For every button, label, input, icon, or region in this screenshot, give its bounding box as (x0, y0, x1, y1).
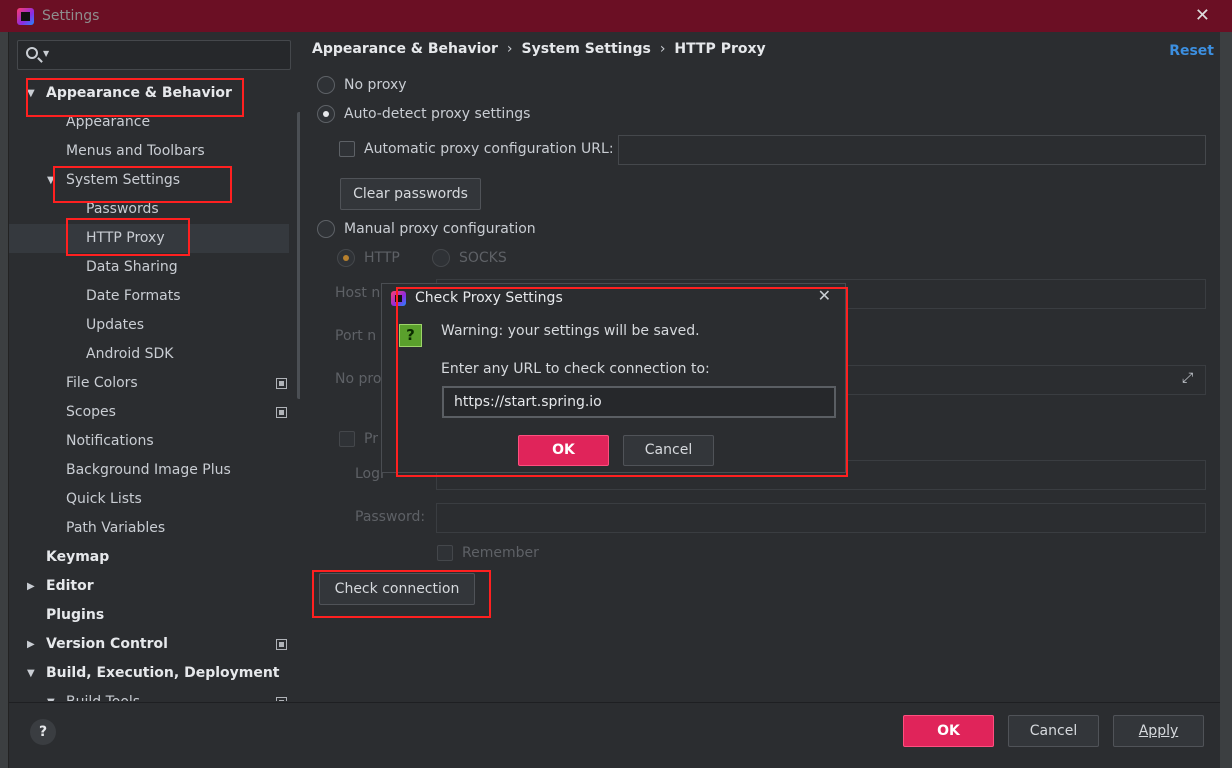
annotation-box (312, 570, 491, 618)
clear-passwords-button[interactable]: Clear passwords (340, 178, 481, 210)
sidebar-item[interactable]: Keymap (9, 543, 289, 572)
sidebar-item[interactable]: Date Formats (9, 282, 289, 311)
sidebar-item-label: Keymap (46, 549, 110, 565)
breadcrumb: Appearance & Behavior › System Settings › HT… (312, 41, 766, 57)
title-bar: Settings ✕ (0, 0, 1232, 32)
breadcrumb-separator: › (506, 41, 513, 57)
sidebar-item[interactable]: Menus and Toolbars (9, 137, 289, 166)
background-window-edge (0, 32, 9, 768)
window-title: Settings (42, 8, 100, 24)
chevron-down-icon[interactable]: ▼ (47, 688, 55, 701)
sidebar-item[interactable]: Quick Lists (9, 485, 289, 514)
manual-proxy-radio[interactable] (317, 220, 335, 238)
socks-label: SOCKS (459, 250, 507, 266)
ok-button[interactable]: OK (903, 715, 994, 747)
sidebar-item[interactable]: ▶ Version Control (9, 630, 289, 659)
expand-icon[interactable]: ⤢ (1182, 370, 1193, 386)
sidebar-item[interactable]: ▶ Editor (9, 572, 289, 601)
sidebar-item[interactable]: Android SDK (9, 340, 289, 369)
annotation-box (26, 78, 244, 117)
socks-radio[interactable] (432, 249, 450, 267)
sidebar-item-label: Date Formats (86, 288, 181, 304)
annotation-box (396, 287, 848, 477)
search-input[interactable]: ▼ (17, 40, 291, 70)
chevron-down-icon[interactable]: ▼ (27, 659, 35, 688)
proxy-auth-label: Pr (364, 431, 378, 447)
sidebar-item-label: Android SDK (86, 346, 174, 362)
auto-config-url-checkbox[interactable] (339, 141, 355, 157)
auto-config-url-field[interactable] (618, 135, 1206, 165)
sidebar-item-label: Build Tools (66, 688, 140, 701)
apply-button[interactable]: Apply (1113, 715, 1204, 747)
manual-proxy-label: Manual proxy configuration (344, 221, 536, 237)
sidebar-item-label: Background Image Plus (66, 462, 231, 478)
reset-link[interactable]: Reset (1169, 43, 1214, 59)
login-label: Logi (355, 466, 384, 482)
sidebar-item[interactable]: File Colors (9, 369, 289, 398)
breadcrumb-item: Appearance & Behavior (312, 41, 498, 57)
sidebar-item-label: Scopes (66, 404, 116, 420)
project-scope-icon (276, 407, 287, 418)
sidebar-item[interactable]: Updates (9, 311, 289, 340)
sidebar-item-label: Quick Lists (66, 491, 142, 507)
password-label: Password: (355, 509, 426, 525)
annotation-box (66, 218, 190, 256)
project-scope-icon (276, 378, 287, 389)
project-scope-icon (276, 639, 287, 650)
sidebar-item[interactable]: ▼ Build, Execution, Deployment (9, 659, 289, 688)
breadcrumb-item: HTTP Proxy (674, 41, 766, 57)
sidebar-item-label: File Colors (66, 375, 138, 391)
chevron-right-icon[interactable]: ▶ (27, 630, 35, 659)
sidebar-item-label: Path Variables (66, 520, 166, 536)
help-button[interactable]: ? (30, 719, 56, 745)
remember-label: Remember (462, 545, 539, 561)
auto-detect-radio[interactable] (317, 105, 335, 123)
background-window-edge-right (1220, 32, 1232, 768)
sidebar-item-label: Updates (86, 317, 144, 333)
no-proxy-radio[interactable] (317, 76, 335, 94)
no-proxy-for-label: No pro (335, 371, 382, 387)
auto-config-url-label: Automatic proxy configuration URL: (364, 141, 614, 157)
search-icon (26, 47, 38, 59)
cancel-button[interactable]: Cancel (1008, 715, 1099, 747)
settings-footer: ? OK Cancel Apply (9, 702, 1220, 768)
sidebar-item[interactable]: Data Sharing (9, 253, 289, 282)
project-scope-icon (276, 697, 287, 701)
auto-detect-label: Auto-detect proxy settings (344, 106, 531, 122)
breadcrumb-separator: › (659, 41, 666, 57)
sidebar-item[interactable]: Plugins (9, 601, 289, 630)
sidebar-item-label: Notifications (66, 433, 154, 449)
sidebar-item-label: Version Control (46, 636, 168, 652)
annotation-box (53, 166, 232, 203)
settings-sidebar: ▼ ▼ Appearance & Behavior Appearance Menus … (9, 32, 307, 702)
sidebar-item[interactable]: Path Variables (9, 514, 289, 543)
sidebar-item-label: Data Sharing (86, 259, 178, 275)
sidebar-item-label: Editor (46, 578, 94, 594)
sidebar-item[interactable]: Notifications (9, 427, 289, 456)
sidebar-item-label: Build, Execution, Deployment (46, 665, 280, 681)
host-name-label: Host n (335, 285, 381, 301)
sidebar-item-label: Menus and Toolbars (66, 143, 205, 159)
sidebar-item[interactable]: ▼ Build Tools (9, 688, 289, 701)
proxy-auth-checkbox[interactable] (339, 431, 355, 447)
sidebar-item-label: Plugins (46, 607, 105, 623)
http-label: HTTP (364, 250, 400, 266)
app-logo-icon (17, 8, 34, 25)
breadcrumb-item: System Settings (521, 41, 651, 57)
chevron-down-icon: ▼ (43, 49, 50, 58)
sidebar-item[interactable]: Background Image Plus (9, 456, 289, 485)
window-close-icon[interactable]: ✕ (1195, 5, 1210, 26)
remember-checkbox[interactable] (437, 545, 453, 561)
sidebar-item[interactable]: Scopes (9, 398, 289, 427)
chevron-right-icon[interactable]: ▶ (27, 572, 35, 601)
http-radio[interactable] (337, 249, 355, 267)
password-field[interactable] (436, 503, 1206, 533)
no-proxy-label: No proxy (344, 77, 407, 93)
port-number-label: Port n (335, 328, 377, 344)
